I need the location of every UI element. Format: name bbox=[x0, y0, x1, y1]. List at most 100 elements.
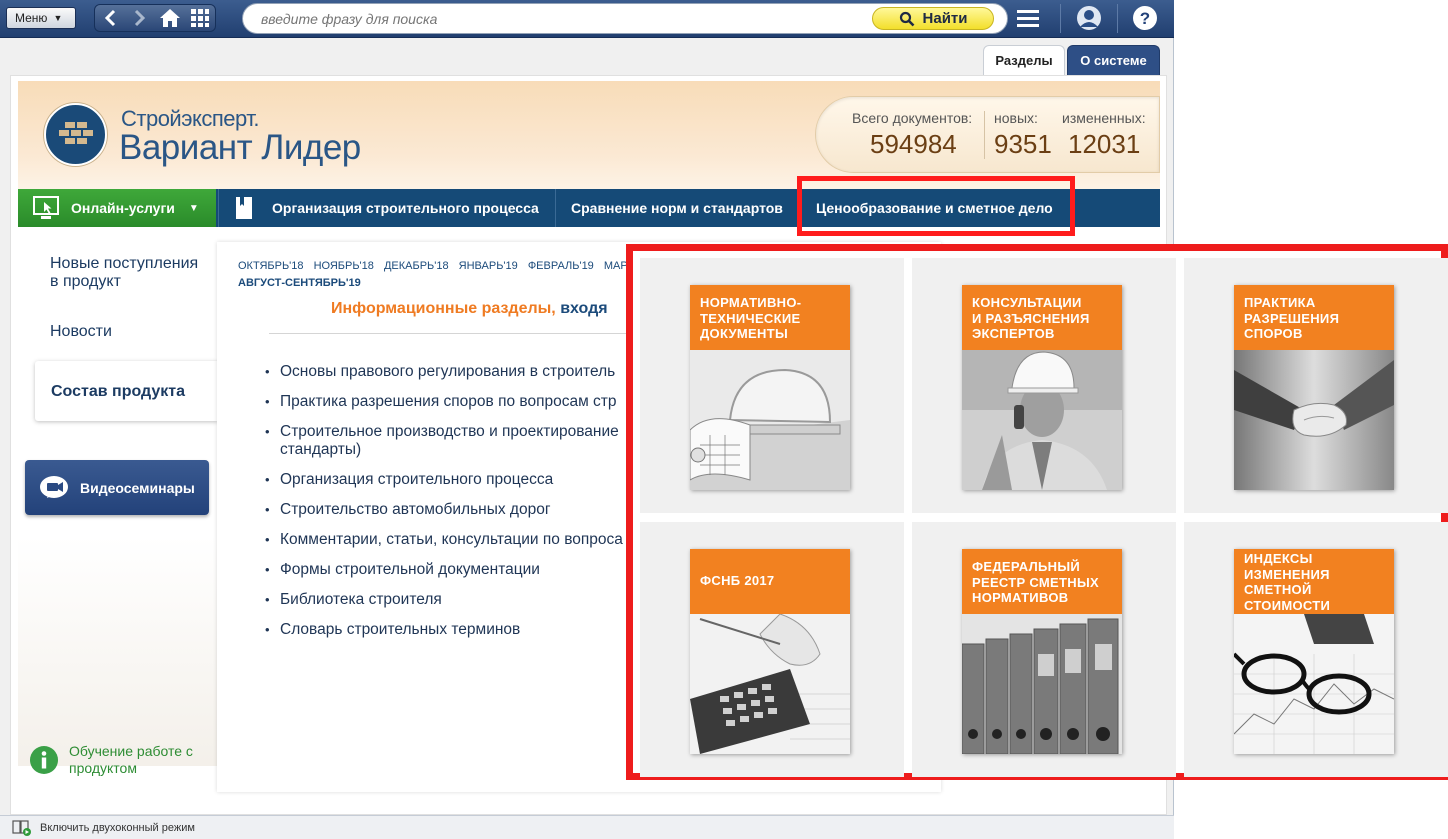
tile-expert-consultations[interactable]: КОНСУЛЬТАЦИИ И РАЗЪЯСНЕНИЯ ЭКСПЕРТОВ bbox=[912, 258, 1176, 513]
menu-dropdown-icon: ▼ bbox=[53, 13, 63, 23]
card-fsnb-2017[interactable]: ФСНБ 2017 bbox=[690, 549, 850, 754]
tab-about-system[interactable]: О системе bbox=[1067, 45, 1160, 75]
pricing-highlight-frame bbox=[797, 176, 1075, 236]
month-link-current[interactable]: АВГУСТ-СЕНТЯБРЬ'19 bbox=[238, 277, 361, 289]
info-sections-list: Основы правового регулирования в строите… bbox=[265, 363, 685, 651]
search-box: Найти bbox=[242, 3, 1008, 34]
stat-total: Всего документов: 594984 bbox=[852, 110, 972, 160]
hardhat-blueprints-image bbox=[690, 350, 850, 490]
month-link[interactable]: ОКТЯБРЬ'18 bbox=[238, 260, 304, 272]
two-window-mode-label[interactable]: Включить двухоконный режим bbox=[40, 822, 195, 834]
toolbar-separator bbox=[1060, 4, 1061, 33]
list-item[interactable]: Строительство автомобильных дорог bbox=[265, 501, 685, 519]
list-item[interactable]: Словарь строительных терминов bbox=[265, 621, 685, 639]
online-services-button[interactable]: Онлайн-услуги ▼ bbox=[18, 189, 216, 227]
list-item[interactable]: Практика разрешения споров по вопросам с… bbox=[265, 393, 685, 411]
find-button[interactable]: Найти bbox=[872, 7, 994, 30]
grid-icon[interactable] bbox=[185, 5, 215, 31]
online-services-label: Онлайн-услуги bbox=[71, 200, 175, 216]
help-icon[interactable]: ? bbox=[1130, 3, 1160, 33]
menu-label: Меню bbox=[15, 11, 48, 25]
list-item[interactable]: Комментарии, статьи, консультации по воп… bbox=[265, 531, 685, 549]
sidebar-background bbox=[18, 536, 218, 766]
nav-org-process[interactable]: Организация строительного процесса bbox=[218, 189, 554, 227]
video-seminars-label: Видеосеминары bbox=[80, 479, 195, 496]
tile-federal-registry[interactable]: ФЕДЕРАЛЬНЫЙ РЕЕСТР СМЕТНЫХ НОРМАТИВОВ bbox=[912, 522, 1176, 777]
month-link[interactable]: ДЕКАБРЬ'18 bbox=[384, 260, 449, 272]
sidebar-item-news[interactable]: Новости bbox=[50, 323, 112, 341]
top-toolbar: Меню ▼ введите фразу для поиска Найти ? bbox=[0, 0, 1174, 38]
card-title: ФЕДЕРАЛЬНЫЙ РЕЕСТР СМЕТНЫХ НОРМАТИВОВ bbox=[962, 549, 1122, 614]
glasses-chart-image bbox=[1234, 614, 1394, 754]
info-sections-title: Информационные разделы, входя bbox=[331, 300, 608, 318]
sidebar-item-composition-label: Состав продукта bbox=[51, 383, 186, 400]
stat-new: новых: 9351 bbox=[994, 110, 1052, 160]
brand-name-line2: Вариант Лидер bbox=[119, 128, 361, 167]
stat-divider bbox=[984, 111, 985, 159]
search-icon bbox=[899, 11, 914, 26]
card-cost-indexes[interactable]: ИНДЕКСЫ ИЗМЕНЕНИЯ СМЕТНОЙ СТОИМОСТИ bbox=[1234, 549, 1394, 754]
stat-new-value: 9351 bbox=[994, 129, 1052, 159]
menu-button[interactable]: Меню ▼ bbox=[6, 7, 76, 29]
chevron-down-icon: ▼ bbox=[188, 202, 199, 214]
card-title: ПРАКТИКА РАЗРЕШЕНИЯ СПОРОВ bbox=[1234, 285, 1394, 350]
handshake-image bbox=[1234, 350, 1394, 490]
card-normative-docs[interactable]: НОРМАТИВНО- ТЕХНИЧЕСКИЕ ДОКУМЕНТЫ bbox=[690, 285, 850, 490]
home-icon[interactable] bbox=[155, 5, 185, 31]
hamburger-icon[interactable] bbox=[1013, 3, 1043, 33]
nav-compare-norms[interactable]: Сравнение норм и стандартов bbox=[555, 189, 798, 227]
card-title: ИНДЕКСЫ ИЗМЕНЕНИЯ СМЕТНОЙ СТОИМОСТИ bbox=[1234, 549, 1394, 614]
card-title: КОНСУЛЬТАЦИИ И РАЗЪЯСНЕНИЯ ЭКСПЕРТОВ bbox=[962, 285, 1122, 350]
tile-cost-indexes[interactable]: ИНДЕКСЫ ИЗМЕНЕНИЯ СМЕТНОЙ СТОИМОСТИ bbox=[1184, 522, 1448, 777]
document-stats: Всего документов: 594984 новых: 9351 изм… bbox=[815, 96, 1160, 173]
tile-dispute-practice[interactable]: ПРАКТИКА РАЗРЕШЕНИЯ СПОРОВ bbox=[1184, 258, 1448, 513]
stat-changed-value: 12031 bbox=[1068, 129, 1141, 159]
product-header: Стройэксперт. Вариант Лидер Всего докуме… bbox=[18, 81, 1160, 189]
tab-sections[interactable]: Разделы bbox=[983, 45, 1065, 75]
nav-org-process-label: Организация строительного процесса bbox=[272, 200, 539, 216]
month-link[interactable]: ФЕВРАЛЬ'19 bbox=[528, 260, 594, 272]
stat-total-label: Всего документов: bbox=[852, 110, 973, 126]
toolbar-separator bbox=[1117, 4, 1118, 33]
month-link[interactable]: ЯНВАРЬ'19 bbox=[459, 260, 518, 272]
list-item[interactable]: Библиотека строителя bbox=[265, 591, 685, 609]
list-item[interactable]: Организация строительного процесса bbox=[265, 471, 685, 489]
calculator-image bbox=[690, 614, 850, 754]
back-icon[interactable] bbox=[95, 5, 125, 31]
release-months: ОКТЯБРЬ'18 НОЯБРЬ'18 ДЕКАБРЬ'18 ЯНВАРЬ'1… bbox=[238, 260, 635, 272]
training-label: Обучение работе с продуктом bbox=[69, 743, 193, 776]
status-bar: Включить двухоконный режим bbox=[0, 815, 1174, 839]
stat-changed-label: измененных: bbox=[1062, 110, 1146, 126]
list-item[interactable]: Основы правового регулирования в строите… bbox=[265, 363, 685, 381]
nav-compare-norms-label: Сравнение норм и стандартов bbox=[571, 200, 783, 216]
card-title: НОРМАТИВНО- ТЕХНИЧЕСКИЕ ДОКУМЕНТЫ bbox=[690, 285, 850, 350]
sidebar-item-composition[interactable]: Состав продукта bbox=[35, 361, 218, 421]
card-expert-consultations[interactable]: КОНСУЛЬТАЦИИ И РАЗЪЯСНЕНИЯ ЭКСПЕРТОВ bbox=[962, 285, 1122, 490]
stat-changed: измененных: 12031 bbox=[1062, 110, 1146, 160]
card-dispute-practice[interactable]: ПРАКТИКА РАЗРЕШЕНИЯ СПОРОВ bbox=[1234, 285, 1394, 490]
svg-text:?: ? bbox=[1140, 9, 1150, 28]
video-seminars-button[interactable]: Видеосеминары bbox=[25, 460, 209, 515]
stat-new-label: новых: bbox=[994, 110, 1038, 126]
stat-total-value: 594984 bbox=[870, 129, 957, 159]
card-federal-registry[interactable]: ФЕДЕРАЛЬНЫЙ РЕЕСТР СМЕТНЫХ НОРМАТИВОВ bbox=[962, 549, 1122, 754]
sidebar-item-new-items[interactable]: Новые поступления в продукт bbox=[50, 255, 210, 291]
search-input[interactable] bbox=[261, 10, 861, 28]
info-icon bbox=[30, 746, 58, 774]
training-link[interactable]: Обучение работе с продуктом bbox=[29, 743, 199, 777]
month-link[interactable]: НОЯБРЬ'18 bbox=[314, 260, 374, 272]
two-window-icon[interactable] bbox=[12, 819, 32, 836]
book-icon bbox=[236, 197, 252, 219]
card-title: ФСНБ 2017 bbox=[690, 549, 850, 614]
find-label: Найти bbox=[922, 10, 968, 27]
pricing-tiles-overlay: НОРМАТИВНО- ТЕХНИЧЕСКИЕ ДОКУМЕНТЫ КОНСУЛ… bbox=[626, 244, 1448, 780]
user-icon[interactable] bbox=[1074, 3, 1104, 33]
tile-normative-docs[interactable]: НОРМАТИВНО- ТЕХНИЧЕСКИЕ ДОКУМЕНТЫ bbox=[640, 258, 904, 513]
list-item[interactable]: Формы строительной документации bbox=[265, 561, 685, 579]
month-link[interactable]: МАР bbox=[604, 260, 628, 272]
tile-fsnb-2017[interactable]: ФСНБ 2017 bbox=[640, 522, 904, 777]
info-title-blue: входя bbox=[560, 300, 608, 317]
list-item[interactable]: Строительное производство и проектирован… bbox=[265, 423, 685, 459]
binders-image bbox=[962, 614, 1122, 754]
forward-icon[interactable] bbox=[125, 5, 155, 31]
